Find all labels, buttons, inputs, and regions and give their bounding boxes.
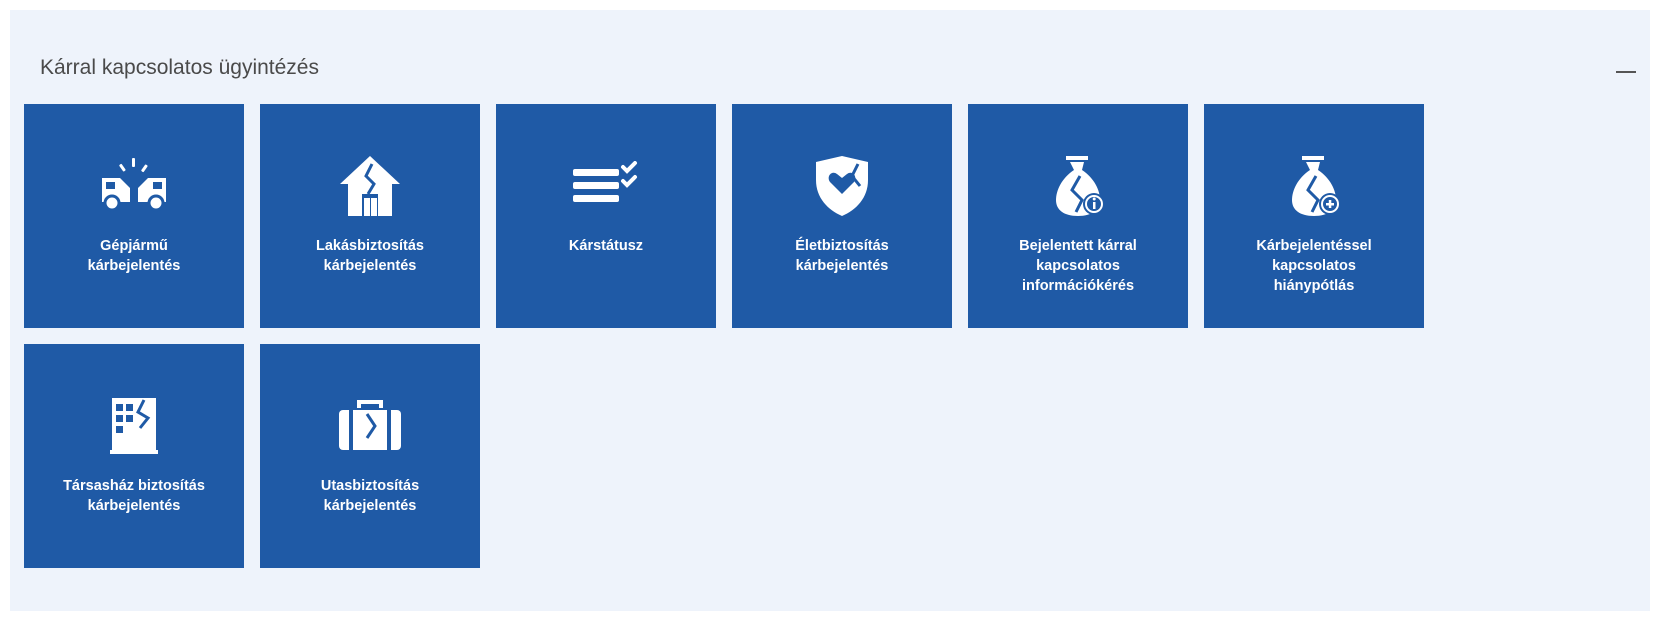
broken-suitcase-icon bbox=[260, 394, 480, 458]
tile-missing-docs[interactable]: Kárbejelentéssel kapcsolatos hiánypótlás bbox=[1204, 104, 1424, 328]
tile-label: Lakásbiztosítás kárbejelentés bbox=[316, 238, 424, 274]
tile-label: Kárstátusz bbox=[568, 238, 644, 254]
panel-title: Kárral kapcsolatos ügyintézés bbox=[40, 56, 319, 79]
tile-label: Életbiztosítás kárbejelentés bbox=[795, 238, 889, 274]
tile-label: Bejelentett kárral kapcsolatos informáci… bbox=[1019, 238, 1137, 294]
checklist-icon bbox=[496, 154, 716, 218]
heart-shield-icon bbox=[732, 154, 952, 218]
tile-condominium-claim[interactable]: Társasház biztosítás kárbejelentés bbox=[24, 344, 244, 568]
tile-home-claim[interactable]: Lakásbiztosítás kárbejelentés bbox=[260, 104, 480, 328]
money-bag-plus-icon bbox=[1204, 154, 1424, 218]
money-bag-info-icon bbox=[968, 154, 1188, 218]
minus-icon bbox=[1616, 71, 1636, 73]
tile-label: Társasház biztosítás kárbejelentés bbox=[63, 478, 205, 514]
tile-claim-status[interactable]: Kárstátusz bbox=[496, 104, 716, 328]
tile-info-request[interactable]: Bejelentett kárral kapcsolatos informáci… bbox=[968, 104, 1188, 328]
collapse-button[interactable] bbox=[1612, 58, 1640, 86]
tile-travel-claim[interactable]: Utasbiztosítás kárbejelentés bbox=[260, 344, 480, 568]
tile-life-claim[interactable]: Életbiztosítás kárbejelentés bbox=[732, 104, 952, 328]
broken-building-icon bbox=[24, 394, 244, 458]
car-crash-icon bbox=[24, 154, 244, 218]
tile-label: Kárbejelentéssel kapcsolatos hiánypótlás bbox=[1256, 238, 1372, 294]
broken-house-icon bbox=[260, 154, 480, 218]
tile-vehicle-claim[interactable]: Gépjármű kárbejelentés bbox=[24, 104, 244, 328]
tile-label: Gépjármű kárbejelentés bbox=[87, 238, 181, 274]
tile-label: Utasbiztosítás kárbejelentés bbox=[320, 478, 420, 514]
